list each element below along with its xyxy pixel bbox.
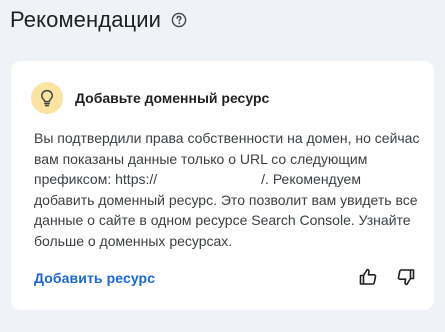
card-description: Вы подтвердили права собственности на до… xyxy=(34,128,424,251)
thumb-down-icon[interactable] xyxy=(396,267,416,287)
description-text-1: Вы подтвердили права собственности на до… xyxy=(34,130,420,187)
redacted-domain xyxy=(157,183,261,184)
add-property-link[interactable]: Добавить ресурс xyxy=(34,270,155,286)
page-title: Рекомендации xyxy=(10,7,162,32)
card-header: Добавьте доменный ресурс xyxy=(31,82,269,114)
lightbulb-icon xyxy=(31,82,63,114)
recommendation-card: Добавьте доменный ресурс Вы подтвердили … xyxy=(11,61,434,310)
thumb-up-icon[interactable] xyxy=(358,267,378,287)
help-circle-icon[interactable] xyxy=(171,12,187,28)
card-title: Добавьте доменный ресурс xyxy=(75,90,270,106)
feedback-controls xyxy=(358,267,416,287)
page-header: Рекомендации xyxy=(10,4,187,36)
